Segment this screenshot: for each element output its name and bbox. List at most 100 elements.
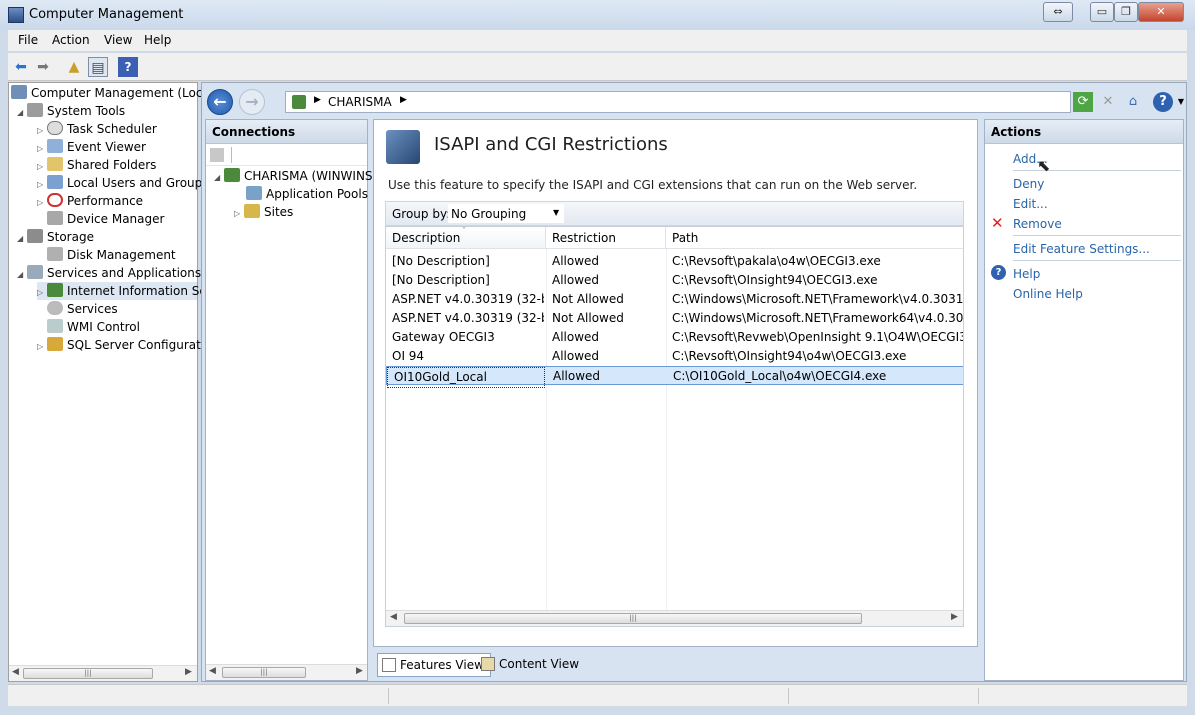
scroll-thumb[interactable]: ||| [222,667,306,678]
collapse-arrow-icon[interactable]: ◢ [17,266,27,284]
tools-icon [27,103,43,117]
storage-icon [27,229,43,243]
collapse-arrow-icon[interactable]: ◢ [214,169,224,187]
dropdown-arrow-icon: ▼ [553,208,560,217]
help-dropdown-icon[interactable]: ▼ [1171,92,1191,112]
breadcrumb-separator-icon: ▶ [314,95,321,105]
help-circle-icon[interactable]: ? [1153,92,1173,112]
breadcrumb[interactable]: ▶ CHARISMA ▶ [285,91,1071,113]
table-row[interactable]: Gateway OECGI3 Allowed C:\Revsoft\Revweb… [386,328,963,347]
edit-feature-settings-action[interactable]: Edit Feature Settings... [1013,242,1150,256]
help-action[interactable]: Help [1013,267,1040,281]
group-by-select[interactable]: No Grouping ▼ [448,204,564,223]
online-help-action[interactable]: Online Help [1013,287,1083,301]
connections-horizontal-scrollbar[interactable]: ◀ ||| ▶ [206,664,367,680]
tree-item-local-users[interactable]: ▷ Local Users and Groups [37,174,209,192]
address-bar: ← → ▶ CHARISMA ▶ ⟳ ✕ ⌂ ? ▼ [205,86,1184,116]
collapse-arrow-icon[interactable]: ◢ [17,104,27,122]
wmi-icon [47,319,63,333]
gear-icon [47,301,63,315]
minimize-button[interactable]: ▭ [1090,2,1114,22]
conn-app-pools[interactable]: Application Pools [246,185,368,203]
actions-header: Actions [985,120,1183,144]
restore-arrows-button[interactable]: ⇔ [1043,2,1073,22]
menu-view[interactable]: View [104,33,132,47]
maximize-button[interactable]: ❐ [1114,2,1138,22]
scroll-thumb[interactable]: ||| [404,613,862,624]
show-hide-tree-icon[interactable]: ▤ [88,57,108,77]
back-arrow-icon[interactable]: ⬅ [11,57,31,77]
restrictions-grid: Description ˄ Restriction Path [No Descri… [385,226,964,627]
edit-action[interactable]: Edit... [1013,197,1048,211]
tree-item-sql-config[interactable]: ▷ SQL Server Configuratic [37,336,211,354]
tree-item-iis[interactable]: ▷ Internet Information Ser [37,282,212,300]
table-row[interactable]: ASP.NET v4.0.30319 (32-bit) Not Allowed … [386,290,963,309]
group-by-label: Group by: [392,207,451,221]
feature-pane: ISAPI and CGI Restrictions Use this feat… [373,119,978,647]
tree-item-device-manager[interactable]: Device Manager [37,210,164,228]
page-description: Use this feature to specify the ISAPI an… [388,178,918,192]
disk-icon [47,247,63,261]
computer-icon [11,85,27,99]
tree-root[interactable]: Computer Management (Local [11,84,213,102]
grid-horizontal-scrollbar[interactable]: ◀ ||| ▶ [386,610,963,626]
group-by-bar: Group by: No Grouping ▼ [385,201,964,226]
tree-item-services[interactable]: Services [37,300,118,318]
tab-features-view[interactable]: Features View [377,653,491,677]
table-row-selected[interactable]: OI10Gold_Local Allowed C:\OI10Gold_Local… [386,366,963,388]
tree-item-task-scheduler[interactable]: ▷ Task Scheduler [37,120,157,138]
menu-help[interactable]: Help [144,33,171,47]
menu-bar: File Action View Help [8,30,1187,52]
connections-header: Connections [206,120,367,144]
expand-arrow-icon[interactable]: ▷ [234,205,244,223]
tree-item-system-tools[interactable]: ◢ System Tools [17,102,125,120]
forward-button[interactable]: → [239,89,265,115]
tree-item-event-viewer[interactable]: ▷ Event Viewer [37,138,146,156]
performance-icon [47,193,63,207]
deny-action[interactable]: Deny [1013,177,1044,191]
breadcrumb-server[interactable]: CHARISMA [328,95,392,109]
sort-ascending-icon: ˄ [462,226,466,235]
sql-config-icon [47,337,63,351]
users-icon [47,175,63,189]
column-header-restriction[interactable]: Restriction [546,227,666,249]
table-row[interactable]: [No Description] Allowed C:\Revsoft\paka… [386,252,963,271]
tree-horizontal-scrollbar[interactable]: ◀ ||| ▶ [9,665,197,681]
tree-item-wmi-control[interactable]: WMI Control [37,318,140,336]
table-row[interactable]: OI 94 Allowed C:\Revsoft\OInsight94\o4w\… [386,347,963,366]
collapse-arrow-icon[interactable]: ◢ [17,230,27,248]
tree-item-performance[interactable]: ▷ Performance [37,192,143,210]
services-apps-icon [27,265,43,279]
breadcrumb-chevron-icon[interactable]: ▶ [400,95,407,105]
table-row[interactable]: [No Description] Allowed C:\Revsoft\OIns… [386,271,963,290]
tree-item-services-apps[interactable]: ◢ Services and Applications [17,264,201,282]
up-folder-icon[interactable]: ▲ [64,57,84,77]
view-tabs: Features View Content View [373,651,978,681]
forward-arrow-icon[interactable]: ➡ [33,57,53,77]
computer-management-icon [8,7,24,23]
connections-pane: Connections ◢ CHARISMA (WINWINS Applicati… [205,119,373,681]
expand-arrow-icon[interactable]: ▷ [37,338,47,356]
menu-action[interactable]: Action [52,33,90,47]
content-view-icon [481,657,495,671]
connect-icon[interactable] [210,148,224,162]
scroll-thumb[interactable]: ||| [23,668,153,679]
tree-item-storage[interactable]: ◢ Storage [17,228,94,246]
close-button[interactable]: ✕ [1138,2,1184,22]
conn-server-node[interactable]: ◢ CHARISMA (WINWINS [214,167,373,185]
home-icon[interactable]: ⌂ [1123,92,1143,112]
table-row[interactable]: ASP.NET v4.0.30319 (32-bit) Not Allowed … [386,309,963,328]
status-bar [8,684,1187,706]
refresh-icon[interactable]: ⟳ [1073,92,1093,112]
menu-file[interactable]: File [18,33,38,47]
column-header-path[interactable]: Path [666,227,963,249]
stop-icon[interactable]: ✕ [1098,92,1118,112]
help-icon[interactable]: ? [118,57,138,77]
remove-action[interactable]: Remove [1013,217,1062,231]
tab-content-view[interactable]: Content View [477,653,585,677]
tree-item-shared-folders[interactable]: ▷ Shared Folders [37,156,156,174]
column-header-description[interactable]: Description ˄ [386,227,546,249]
conn-sites[interactable]: ▷ Sites [234,203,293,221]
back-button[interactable]: ← [207,89,233,115]
tree-item-disk-management[interactable]: Disk Management [37,246,176,264]
